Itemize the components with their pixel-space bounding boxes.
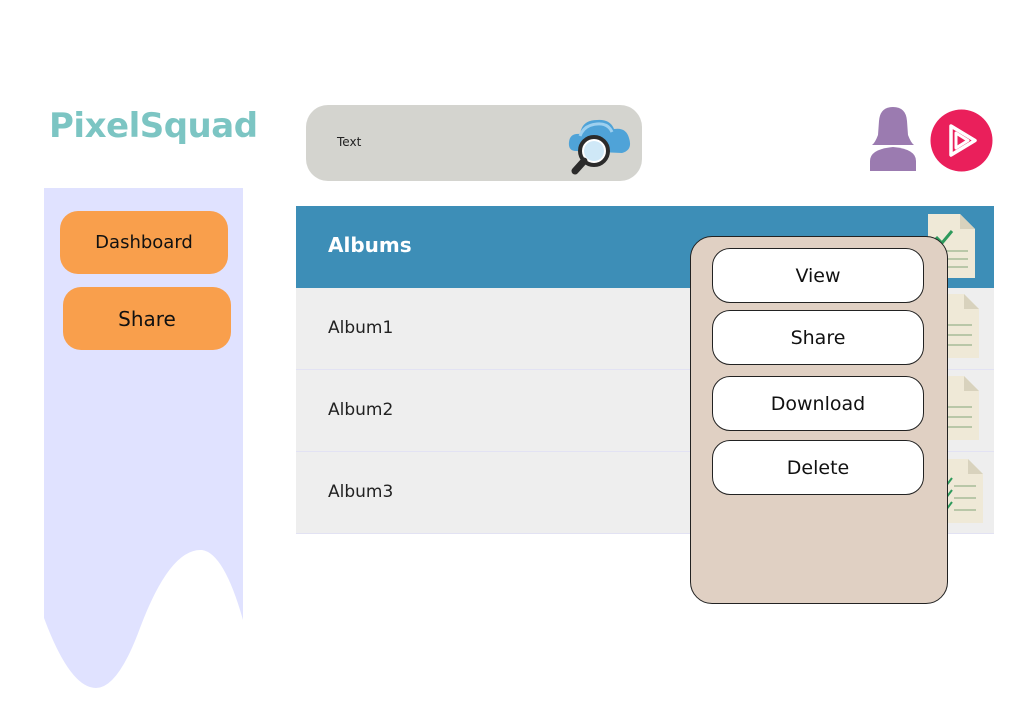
sidebar-item-label: Share xyxy=(118,306,176,331)
sidebar-item-dashboard[interactable]: Dashboard xyxy=(60,211,228,274)
play-icon[interactable] xyxy=(930,109,993,172)
delete-button[interactable]: Delete xyxy=(712,440,924,495)
search-input[interactable]: Text xyxy=(337,135,361,149)
table-title: Albums xyxy=(328,233,412,257)
album-name: Album3 xyxy=(328,482,394,502)
sidebar: Dashboard Share xyxy=(44,188,243,693)
cloud-search-icon[interactable] xyxy=(566,111,634,177)
context-menu: View Share Download Delete xyxy=(690,236,948,604)
sidebar-item-label: Dashboard xyxy=(95,232,193,253)
search-bar[interactable]: Text xyxy=(306,105,642,181)
album-name: Album1 xyxy=(328,318,394,338)
download-button[interactable]: Download xyxy=(712,376,924,431)
view-button[interactable]: View xyxy=(712,248,924,303)
share-button[interactable]: Share xyxy=(712,310,924,365)
user-icon[interactable] xyxy=(866,105,920,171)
sidebar-item-share[interactable]: Share xyxy=(63,287,231,350)
app-logo: PixelSquad xyxy=(49,106,258,146)
album-name: Album2 xyxy=(328,400,394,420)
